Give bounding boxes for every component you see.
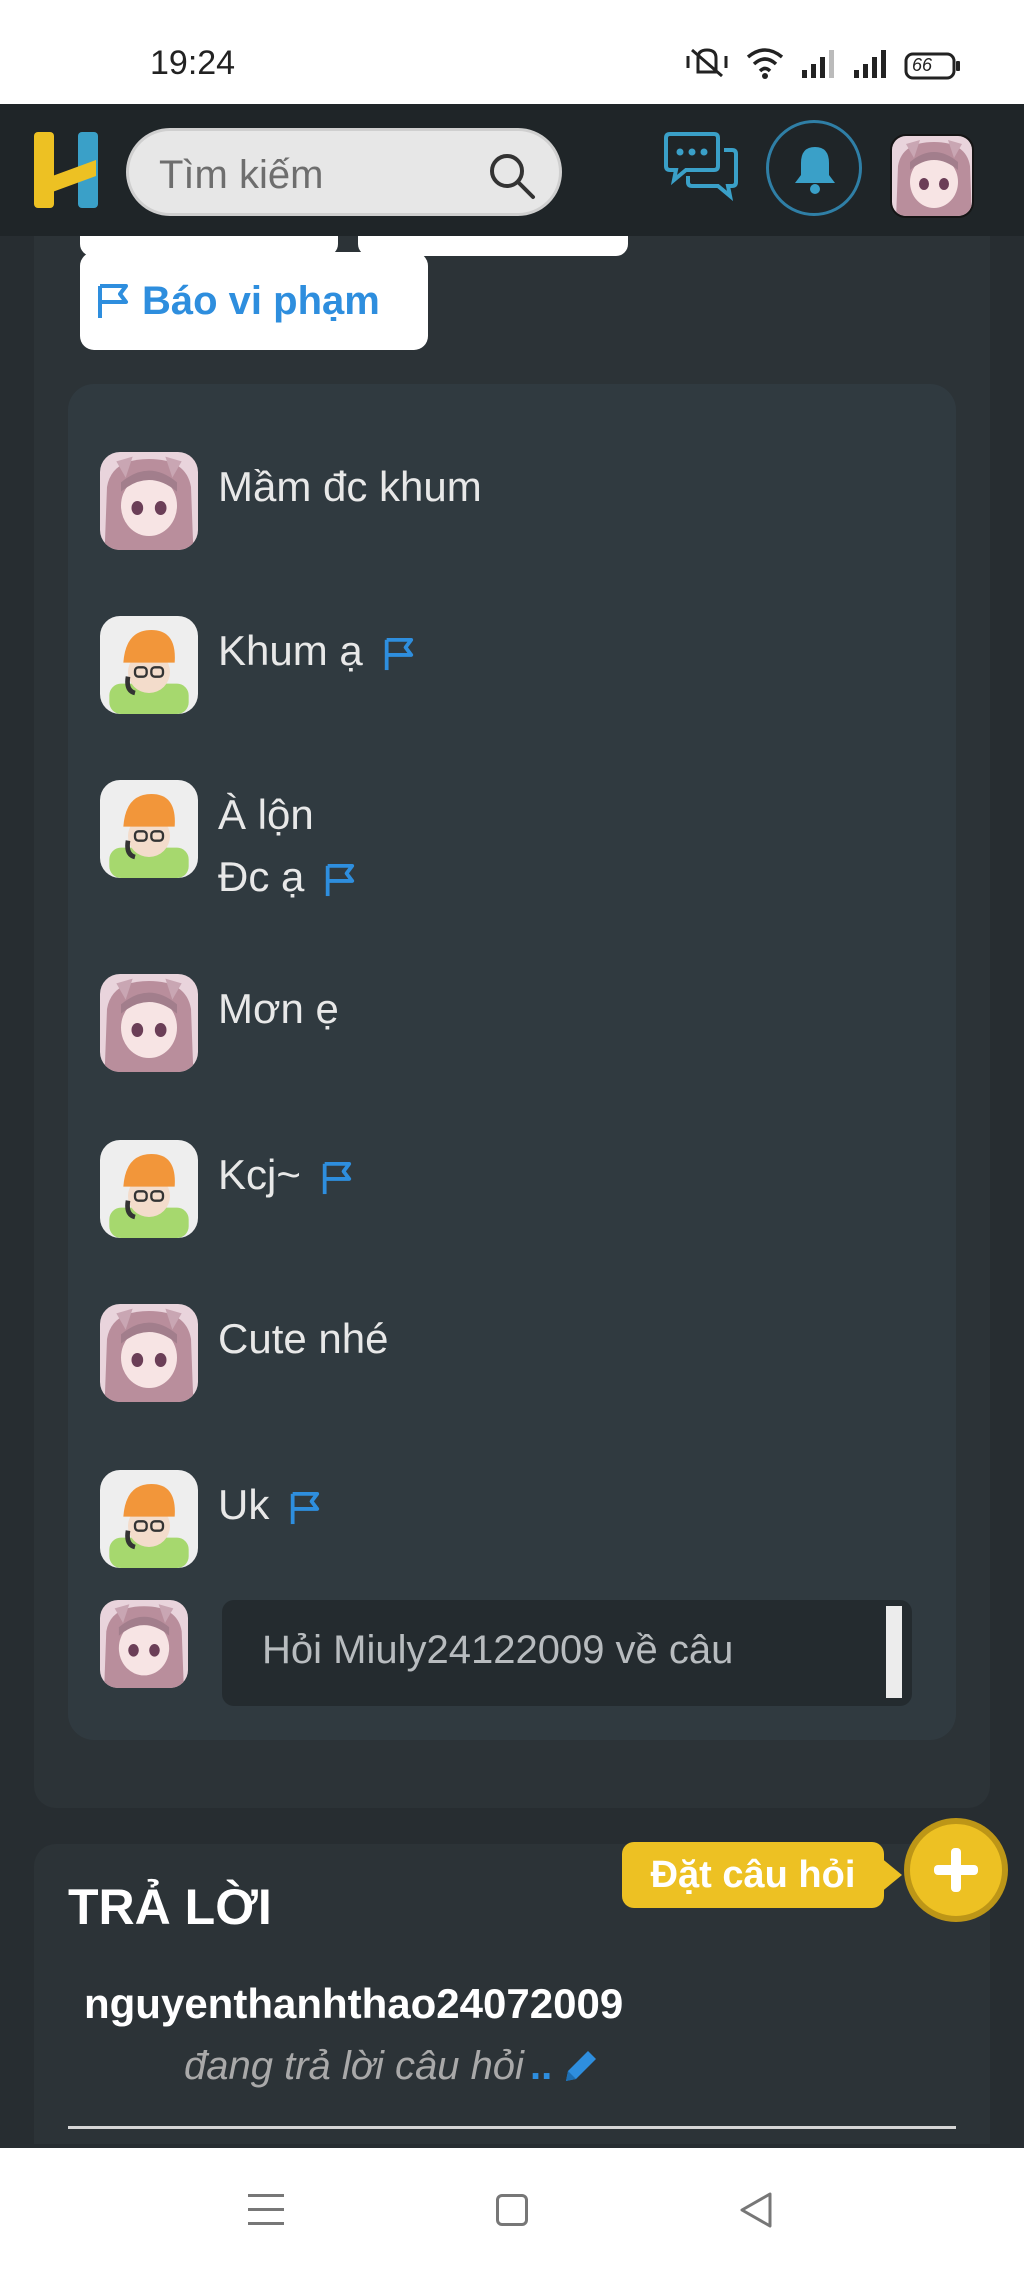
avatar[interactable] [100, 1304, 198, 1402]
flag-icon [98, 284, 128, 318]
ask-question-label[interactable]: Đặt câu hỏi [622, 1842, 884, 1908]
answer-username[interactable]: nguyenthanhthao24072009 [84, 1980, 623, 2028]
answer-status: đang trả lời câu hỏi .. [184, 2044, 602, 2089]
flag-icon[interactable] [381, 635, 415, 673]
chat-icon[interactable] [662, 132, 738, 204]
status-bar: 19:24 66 [0, 0, 1024, 104]
pencil-icon [566, 2050, 597, 2081]
back-icon[interactable] [738, 2190, 774, 2230]
logo-icon[interactable] [32, 130, 100, 210]
typing-dots: .. [529, 2044, 553, 2088]
flag-icon[interactable] [319, 1159, 353, 1197]
ask-placeholder: Hỏi Miuly24122009 về câu [262, 1628, 734, 1672]
ask-input[interactable]: Hỏi Miuly24122009 về câu [222, 1600, 912, 1706]
answer-status-text: đang trả lời câu hỏi [184, 2044, 524, 2088]
avatar [100, 1600, 188, 1688]
comment-text: Mầm đc khum [218, 463, 482, 510]
notification-button[interactable] [766, 120, 862, 216]
bell-icon [795, 147, 835, 194]
signal-icon [800, 48, 836, 83]
comment-text: Uk [218, 1481, 270, 1528]
comment-text: Mơn ẹ [218, 985, 339, 1032]
report-label: Báo vi phạm [142, 278, 380, 323]
avatar[interactable] [890, 134, 974, 218]
menu-icon[interactable] [248, 2194, 284, 2236]
comment-list: Mầm đc khum Khum ạ À lộn Đc ạ Mơn ẹ Kcj~… [68, 384, 956, 1740]
avatar[interactable] [100, 780, 198, 878]
comment-text: Đc ạ [218, 853, 305, 900]
mute-icon [684, 46, 730, 85]
search-input[interactable]: Tìm kiếm [126, 128, 562, 216]
comment-text: À lộn [218, 791, 314, 838]
search-placeholder: Tìm kiếm [159, 153, 324, 197]
plus-icon [934, 1848, 978, 1892]
system-nav-bar [0, 2148, 1024, 2275]
status-time: 19:24 [150, 44, 236, 82]
comment-text: Khum ạ [218, 627, 363, 674]
answer-title: TRẢ LỜI [68, 1879, 272, 1935]
ask-row: Hỏi Miuly24122009 về câu [100, 1600, 930, 1716]
avatar[interactable] [100, 452, 198, 550]
scrollbar[interactable] [886, 1606, 902, 1698]
wifi-icon [746, 47, 784, 84]
divider [68, 2126, 956, 2129]
flag-icon[interactable] [287, 1489, 321, 1527]
comment-text: Kcj~ [218, 1151, 301, 1198]
report-button[interactable]: Báo vi phạm [80, 252, 428, 350]
flag-icon[interactable] [322, 861, 356, 899]
battery-icon: 66 [904, 51, 962, 81]
ask-question-button[interactable] [904, 1818, 1008, 1922]
battery-level: 66 [912, 54, 933, 75]
comment-text: Cute nhé [218, 1315, 389, 1362]
label-pointer [880, 1857, 902, 1893]
search-icon[interactable] [485, 149, 539, 203]
home-icon[interactable] [496, 2194, 528, 2226]
avatar[interactable] [100, 1140, 198, 1238]
ask-question-text: Đặt câu hỏi [650, 1853, 856, 1896]
app-header: Tìm kiếm [0, 104, 1024, 236]
avatar[interactable] [100, 974, 198, 1072]
avatar[interactable] [100, 616, 198, 714]
avatar[interactable] [100, 1470, 198, 1568]
signal-icon [852, 48, 888, 83]
